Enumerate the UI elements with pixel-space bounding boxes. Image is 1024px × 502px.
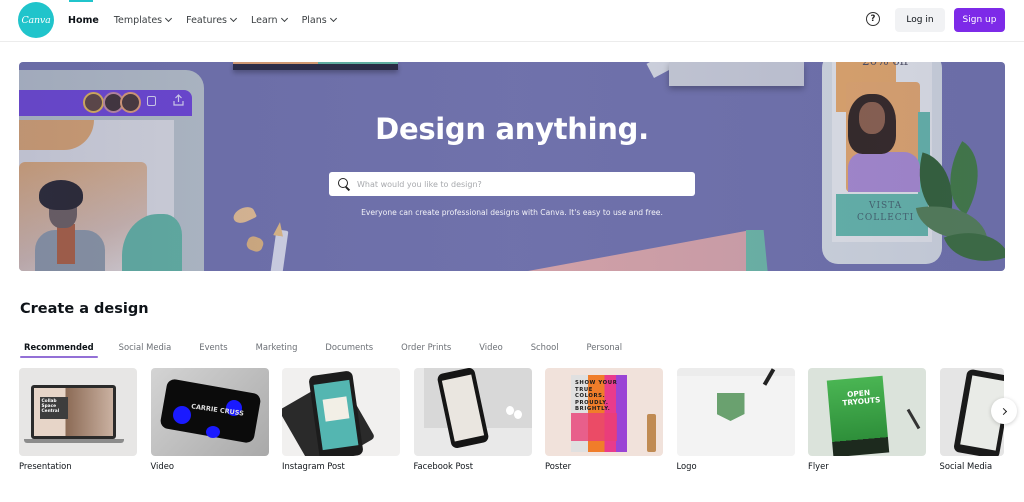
card-label: Presentation xyxy=(19,461,72,471)
hero-overlay xyxy=(19,62,1005,271)
tab-social-media[interactable]: Social Media xyxy=(115,337,176,357)
tab-recommended[interactable]: Recommended xyxy=(20,337,98,358)
card-label: Instagram Post xyxy=(282,461,345,471)
search-input[interactable] xyxy=(357,179,677,189)
card-label: Poster xyxy=(545,461,572,471)
card-label: Facebook Post xyxy=(413,461,474,471)
card-label: Social Media xyxy=(939,461,993,471)
card-label: Logo xyxy=(676,461,697,471)
chevron-down-icon xyxy=(165,14,173,23)
nav-home-label: Home xyxy=(68,14,99,26)
design-category-tabs: Recommended Social Media Events Marketin… xyxy=(20,337,626,359)
tab-documents[interactable]: Documents xyxy=(321,337,377,357)
hero-subtitle: Everyone can create professional designs… xyxy=(361,208,663,217)
main-nav: Home Templates Features Learn Plans xyxy=(68,0,351,40)
nav-learn[interactable]: Learn xyxy=(251,14,288,26)
tab-events[interactable]: Events xyxy=(195,337,231,357)
nav-learn-label: Learn xyxy=(251,14,278,26)
design-search-bar[interactable] xyxy=(329,172,695,196)
card-thumbnail: CARRIE CRUSS xyxy=(150,368,269,456)
tab-marketing[interactable]: Marketing xyxy=(252,337,302,357)
card-thumbnail xyxy=(282,368,400,456)
design-card-poster[interactable]: SHOW YOUR TRUE COLORS. PROUDLY. BRIGHTLY… xyxy=(545,368,663,471)
nav-features[interactable]: Features xyxy=(186,14,238,26)
nav-templates[interactable]: Templates xyxy=(113,14,173,26)
design-card-facebook-post[interactable]: Facebook Post xyxy=(413,368,532,471)
thumb-text: OPEN TRYOUTS xyxy=(841,388,881,408)
tab-order-prints[interactable]: Order Prints xyxy=(397,337,455,357)
chevron-down-icon xyxy=(229,14,238,23)
card-thumbnail: Collab Space Central xyxy=(19,368,137,456)
card-thumbnail: SHOW YOUR TRUE COLORS. PROUDLY. BRIGHTLY… xyxy=(545,368,663,456)
card-label: Video xyxy=(150,461,174,471)
search-icon xyxy=(338,178,350,190)
design-card-video[interactable]: CARRIE CRUSS Video xyxy=(150,368,269,471)
design-type-carousel: Collab Space Central Presentation CARRIE… xyxy=(19,368,1024,471)
hero-banner: 20% off VISTACOLLECTI Design anything. E… xyxy=(19,62,1005,271)
chevron-down-icon xyxy=(329,14,337,23)
chevron-right-icon xyxy=(999,407,1007,415)
thumb-text: Collab Space Central xyxy=(40,397,68,419)
login-button[interactable]: Log in xyxy=(895,8,945,32)
design-card-instagram-post[interactable]: Instagram Post xyxy=(282,368,400,471)
thumb-text: SHOW YOUR TRUE COLORS. PROUDLY. BRIGHTLY… xyxy=(575,380,618,412)
design-card-logo[interactable]: Logo xyxy=(676,368,795,471)
logo-text: Canva xyxy=(21,14,51,26)
nav-plans[interactable]: Plans xyxy=(301,14,337,26)
card-thumbnail xyxy=(676,368,795,456)
hero-title: Design anything. xyxy=(375,112,649,146)
tab-video[interactable]: Video xyxy=(475,337,506,357)
design-card-flyer[interactable]: OPEN TRYOUTS Flyer xyxy=(808,368,926,471)
section-title: Create a design xyxy=(20,301,149,317)
card-thumbnail xyxy=(413,368,532,456)
tab-school[interactable]: School xyxy=(527,337,563,357)
top-navigation: Canva Home Templates Features Learn Plan… xyxy=(0,0,1024,42)
card-label: Flyer xyxy=(808,461,829,471)
canva-logo[interactable]: Canva xyxy=(18,2,54,38)
tab-personal[interactable]: Personal xyxy=(583,337,627,357)
carousel-next-button[interactable] xyxy=(991,398,1017,424)
card-thumbnail: OPEN TRYOUTS xyxy=(808,368,926,456)
signup-button[interactable]: Sign up xyxy=(954,8,1005,32)
nav-templates-label: Templates xyxy=(113,14,163,26)
design-card-presentation[interactable]: Collab Space Central Presentation xyxy=(19,368,137,471)
help-icon[interactable]: ? xyxy=(866,12,880,26)
chevron-down-icon xyxy=(280,14,288,23)
nav-home[interactable]: Home xyxy=(68,15,99,26)
nav-plans-label: Plans xyxy=(301,14,327,26)
nav-features-label: Features xyxy=(186,14,227,26)
